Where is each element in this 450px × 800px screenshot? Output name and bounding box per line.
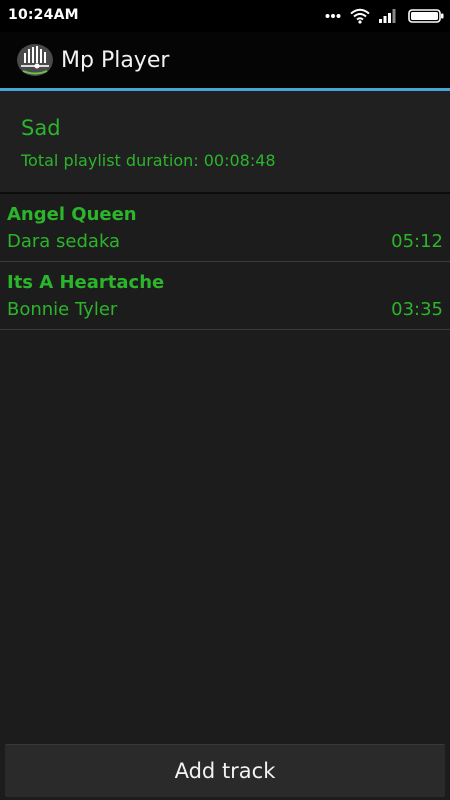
track-row[interactable]: Angel Queen Dara sedaka 05:12	[0, 194, 450, 262]
track-title: Its A Heartache	[7, 272, 165, 293]
playlist-duration: Total playlist duration: 00:08:48	[21, 151, 276, 170]
track-artist: Bonnie Tyler	[7, 299, 118, 320]
track-title: Angel Queen	[7, 204, 137, 225]
status-icons	[325, 6, 444, 26]
more-dots-icon	[325, 13, 341, 19]
track-duration: 03:35	[391, 299, 443, 320]
action-bar: Mp Player	[0, 32, 450, 88]
playlist-name: Sad	[21, 116, 61, 140]
app-title: Mp Player	[61, 48, 170, 73]
app-logo-icon	[16, 43, 54, 77]
track-row[interactable]: Its A Heartache Bonnie Tyler 03:35	[0, 262, 450, 330]
track-list: Angel Queen Dara sedaka 05:12 Its A Hear…	[0, 194, 450, 330]
battery-icon	[408, 9, 444, 23]
add-track-button[interactable]: Add track	[5, 744, 445, 797]
track-duration: 05:12	[391, 231, 443, 252]
status-bar: 10:24AM	[0, 0, 450, 32]
status-time: 10:24AM	[8, 7, 79, 23]
track-artist: Dara sedaka	[7, 231, 121, 252]
wifi-icon	[350, 8, 370, 24]
signal-icon	[379, 9, 399, 23]
playlist-header: Sad Total playlist duration: 00:08:48	[0, 91, 450, 192]
